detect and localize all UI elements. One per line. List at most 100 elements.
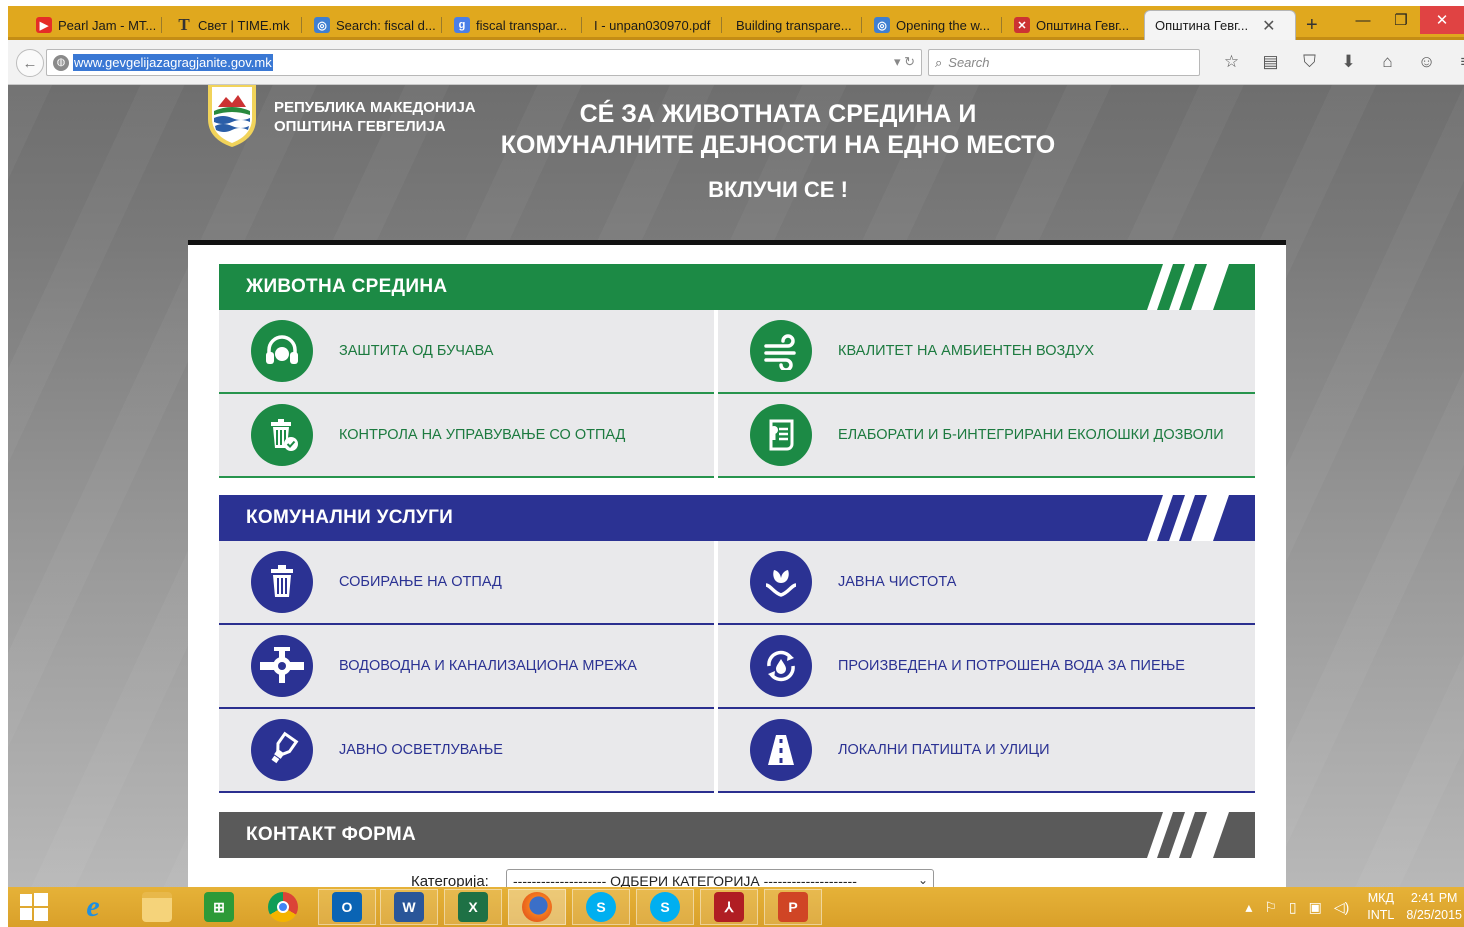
- address-bar[interactable]: ◍ www.gevgelijazagragjanite.gov.mk ▾ ↻: [46, 49, 922, 76]
- service-label: КОНТРОЛА НА УПРАВУВАЊЕ СО ОТПАД: [339, 427, 626, 443]
- chevron-down-icon: ⌄: [917, 873, 928, 887]
- tab-unpan-pdf[interactable]: I - unpan030970.pdf: [584, 10, 722, 40]
- bookmark-star-icon[interactable]: ☆: [1212, 50, 1251, 74]
- taskbar-chrome[interactable]: [254, 889, 312, 925]
- action-center-flag-icon[interactable]: ⚐: [1264, 899, 1277, 916]
- tab-label: Building transpare...: [736, 17, 852, 33]
- tab-search-fiscal[interactable]: ◎ Search: fiscal d...: [304, 10, 442, 40]
- service-eco-permits[interactable]: ЕЛАБОРАТИ И Б-ИНТЕГРИРАНИ ЕКОЛОШКИ ДОЗВО…: [718, 394, 1255, 478]
- service-noise-protection[interactable]: ЗАШТИТА ОД БУЧАВА: [219, 310, 714, 394]
- chrome-icon: [268, 892, 298, 922]
- tab-time-mk[interactable]: T Свет | TIME.mk: [166, 10, 302, 40]
- taskbar-acrobat[interactable]: ⅄: [700, 889, 758, 925]
- taskbar-file-explorer[interactable]: [128, 889, 186, 925]
- store-icon: ⊞: [204, 892, 234, 922]
- search-placeholder: Search: [948, 55, 990, 70]
- taskbar-skype-2[interactable]: S: [636, 889, 694, 925]
- service-waste-control[interactable]: КОНТРОЛА НА УПРАВУВАЊЕ СО ОТПАД: [219, 394, 714, 478]
- republic-line-2: ОПШТИНА ГЕВГЕЛИЈА: [274, 118, 446, 135]
- clock[interactable]: 2:41 PM 8/25/2015: [1406, 890, 1462, 924]
- taskbar-store[interactable]: ⊞: [190, 889, 248, 925]
- restore-icon[interactable]: ❐: [1382, 6, 1420, 34]
- minimize-icon[interactable]: —: [1344, 6, 1382, 34]
- tab-label: Pearl Jam - MT...: [58, 17, 157, 33]
- tab-opshtina-1[interactable]: ✕ Општина Гевг...: [1004, 10, 1142, 40]
- close-tab-icon[interactable]: ✕: [1262, 16, 1275, 36]
- service-local-roads[interactable]: ЛОКАЛНИ ПАТИШТА И УЛИЦИ: [718, 709, 1255, 793]
- taskbar-outlook[interactable]: O: [318, 889, 376, 925]
- search-icon: ⌕: [935, 54, 943, 70]
- reload-icon[interactable]: ▾ ↻: [894, 54, 915, 70]
- menu-icon[interactable]: ≡: [1446, 50, 1464, 74]
- republic-line-1: РЕПУБЛИКА МАКЕДОНИЈА: [274, 99, 476, 116]
- section-header-communal: КОМУНАЛНИ УСЛУГИ: [219, 495, 1255, 541]
- tab-label: Општина Гевг...: [1036, 17, 1130, 33]
- site-globe-icon: ◍: [53, 54, 69, 71]
- taskbar-powerpoint[interactable]: P: [764, 889, 822, 925]
- keyboard-layout: INTL: [1367, 908, 1395, 922]
- search-input[interactable]: ⌕ Search: [928, 49, 1200, 76]
- trash-check-icon: [251, 404, 313, 466]
- taskbar-excel[interactable]: X: [444, 889, 502, 925]
- call-to-action: ВКЛУЧИ СЕ !: [708, 177, 848, 202]
- category-label: Категорија:: [411, 872, 489, 888]
- pipe-valve-icon: [251, 635, 313, 697]
- home-icon[interactable]: ⌂: [1368, 50, 1407, 74]
- web-page: РЕПУБЛИКА МАКЕДОНИЈА ОПШТИНА ГЕВГЕЛИЈА С…: [8, 85, 1464, 887]
- page-slogan: СÉ ЗА ЖИВОТНАТА СРЕДИНА И КОМУНАЛНИТЕ ДЕ…: [498, 99, 1058, 205]
- communal-services: СОБИРАЊЕ НА ОТПАД ЈАВНА ЧИСТОТА ВОДОВОДН…: [219, 541, 1255, 793]
- municipality-name: РЕПУБЛИКА МАКЕДОНИЈА ОПШТИНА ГЕВГЕЛИЈА: [274, 98, 476, 136]
- close-window-icon[interactable]: ✕: [1420, 6, 1464, 34]
- service-air-quality[interactable]: КВАЛИТЕТ НА АМБИЕНТЕН ВОЗДУХ: [718, 310, 1255, 394]
- windows-logo-icon: [20, 893, 48, 921]
- stripes-decoration: [1135, 812, 1255, 858]
- tab-fiscal-transparency[interactable]: g fiscal transpar...: [444, 10, 582, 40]
- tab-strip: ▶ Pearl Jam - MT... T Свет | TIME.mk ◎ S…: [8, 6, 1464, 40]
- headphones-icon: [251, 320, 313, 382]
- tab-opening-the-w[interactable]: ◎ Opening the w...: [864, 10, 1002, 40]
- tab-label: Search: fiscal d...: [336, 17, 436, 33]
- download-icon[interactable]: ⬇: [1329, 50, 1368, 74]
- pocket-icon[interactable]: ⛉: [1290, 50, 1329, 74]
- taskbar-firefox[interactable]: [508, 889, 566, 925]
- taskbar-word[interactable]: W: [380, 889, 438, 925]
- battery-icon[interactable]: ▯: [1289, 899, 1297, 916]
- volume-icon[interactable]: ◁): [1334, 899, 1349, 916]
- language-indicator[interactable]: МКД INTL: [1367, 890, 1394, 924]
- chat-icon[interactable]: ☺: [1407, 50, 1446, 74]
- service-waste-collection[interactable]: СОБИРАЊЕ НА ОТПАД: [219, 541, 714, 625]
- service-water-sewage[interactable]: ВОДОВОДНА И КАНАЛИЗАЦИОНА МРЕЖА: [219, 625, 714, 709]
- water-cycle-icon: [750, 635, 812, 697]
- acrobat-icon: ⅄: [714, 892, 744, 922]
- tab-pearl-jam[interactable]: ▶ Pearl Jam - MT...: [26, 10, 162, 40]
- show-hidden-icons-icon[interactable]: ▴: [1245, 899, 1252, 916]
- excel-icon: X: [458, 892, 488, 922]
- tab-building-transparency[interactable]: Building transpare...: [724, 10, 862, 40]
- service-label: КВАЛИТЕТ НА АМБИЕНТЕН ВОЗДУХ: [838, 343, 1095, 359]
- document-icon: [750, 404, 812, 466]
- start-button[interactable]: [8, 889, 60, 925]
- word-icon: W: [394, 892, 424, 922]
- services-panel: ЖИВОТНА СРЕДИНА ЗАШТИТА ОД БУЧАВА КВАЛИТ…: [188, 240, 1286, 887]
- service-public-lighting[interactable]: ЈАВНО ОСВЕТЛУВАЊЕ: [219, 709, 714, 793]
- url-text[interactable]: www.gevgelijazagragjanite.gov.mk: [73, 54, 273, 71]
- network-icon[interactable]: ▣: [1309, 899, 1322, 916]
- reading-list-icon[interactable]: ▤: [1251, 50, 1290, 74]
- service-drinking-water[interactable]: ПРОИЗВЕДЕНА И ПОТРОШЕНА ВОДА ЗА ПИЕЊЕ: [718, 625, 1255, 709]
- taskbar-skype-1[interactable]: S: [572, 889, 630, 925]
- municipality-icon: ✕: [1014, 17, 1030, 33]
- service-public-cleanliness[interactable]: ЈАВНА ЧИСТОТА: [718, 541, 1255, 625]
- firefox-icon: [522, 892, 552, 922]
- new-tab-button[interactable]: +: [1306, 14, 1318, 37]
- un-globe-icon: ◎: [874, 17, 890, 33]
- service-label: ЕЛАБОРАТИ И Б-ИНТЕГРИРАНИ ЕКОЛОШКИ ДОЗВО…: [838, 427, 1224, 443]
- section-header-contact: КОНТАКТ ФОРМА: [219, 812, 1255, 858]
- tab-opshtina-active[interactable]: Општина Гевг... ✕: [1144, 10, 1296, 40]
- category-select[interactable]: -------------------- ОДБЕРИ КАТЕГОРИЈА -…: [506, 869, 934, 887]
- youtube-icon: ▶: [36, 17, 52, 33]
- google-icon: g: [454, 17, 470, 33]
- back-button[interactable]: ←: [16, 49, 44, 77]
- taskbar-internet-explorer[interactable]: e: [64, 889, 122, 925]
- service-label: ЗАШТИТА ОД БУЧАВА: [339, 343, 494, 359]
- tab-label: Општина Гевг...: [1155, 18, 1249, 33]
